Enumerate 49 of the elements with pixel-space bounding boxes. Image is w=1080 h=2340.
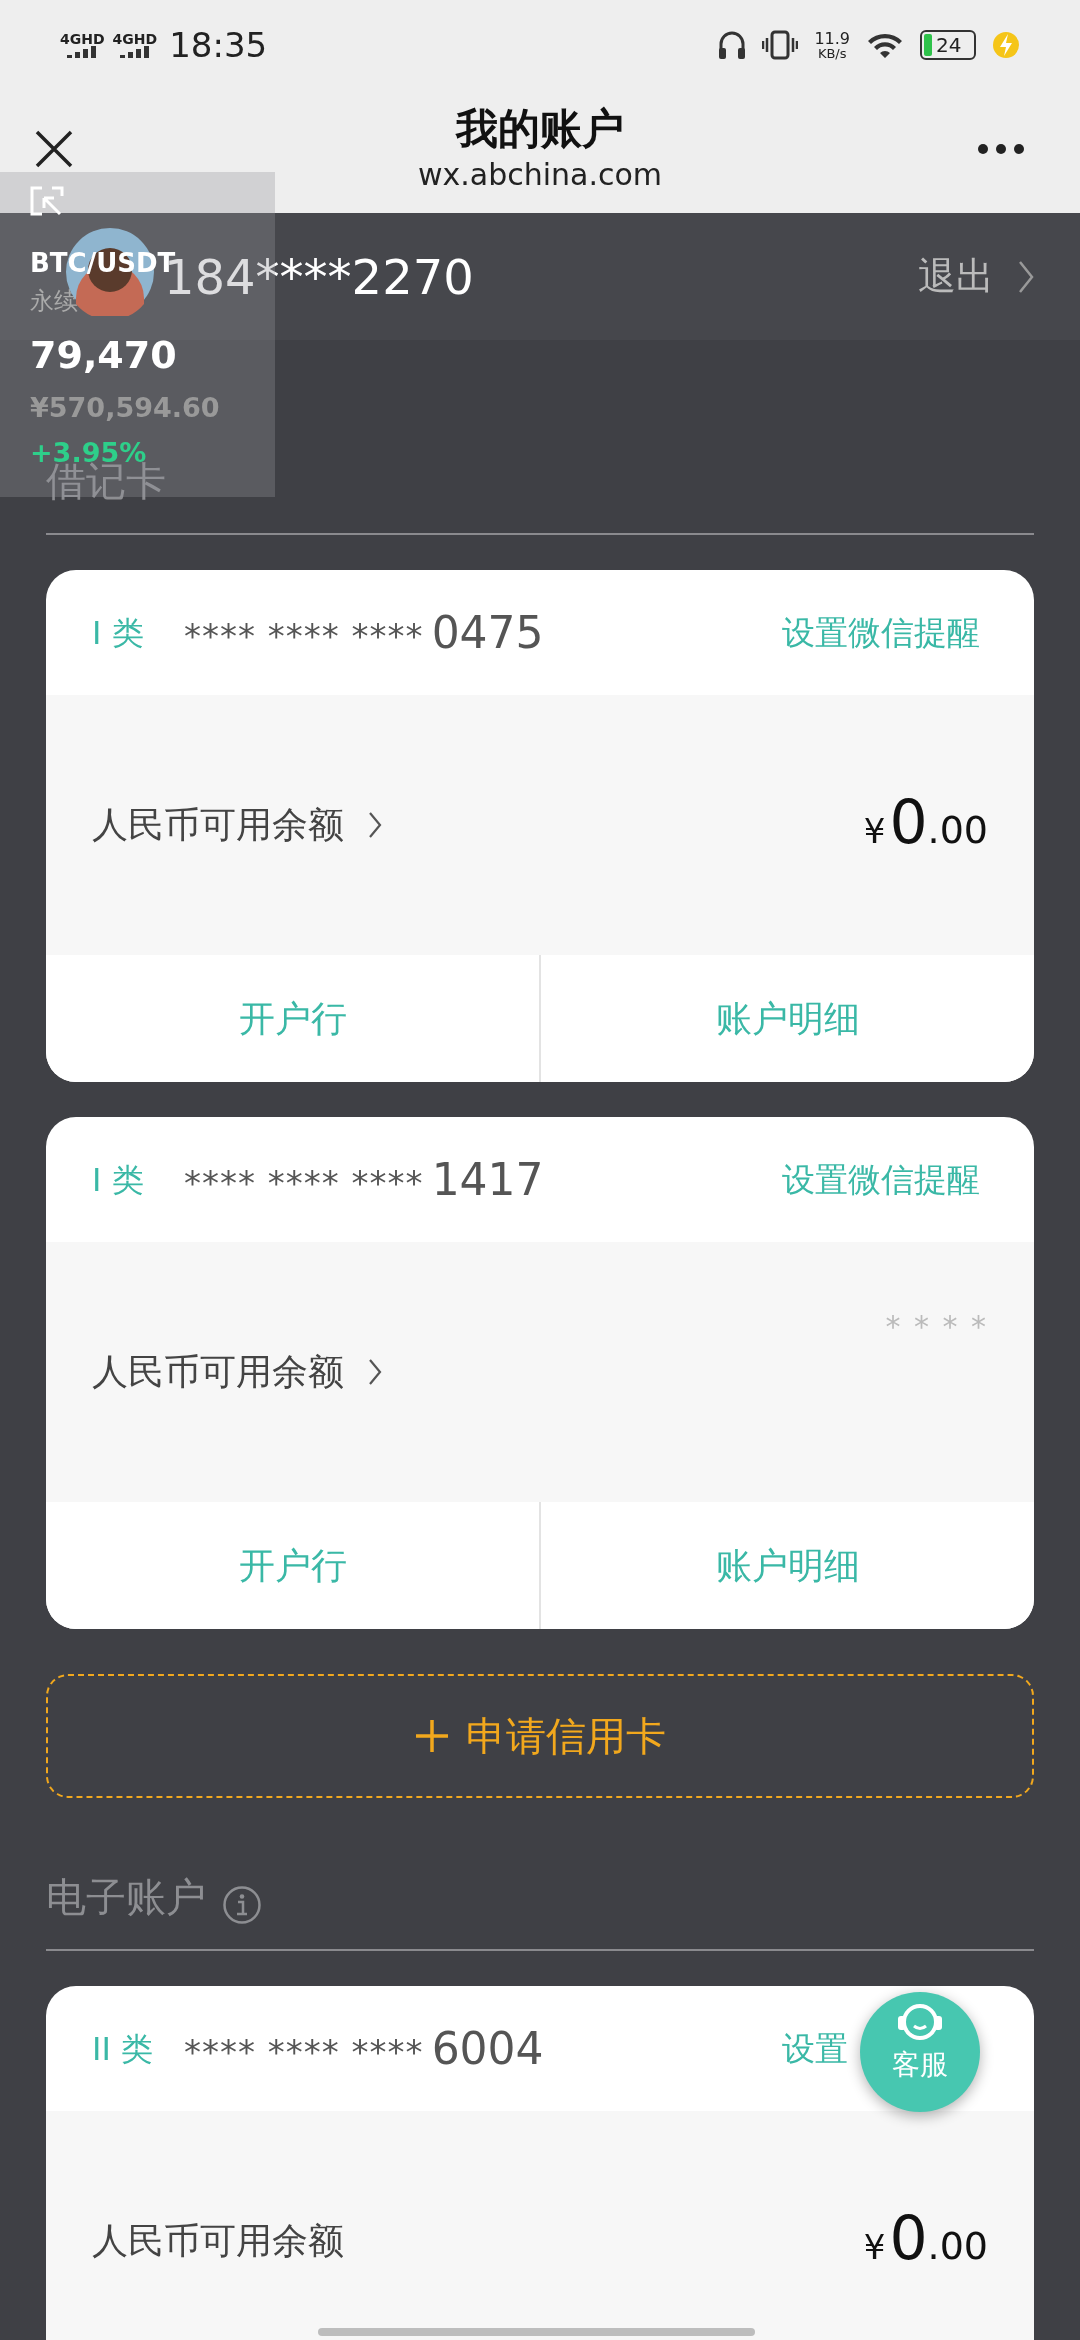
battery-icon: 24 [920,30,976,60]
ticker-price-cny: ¥570,594.60 [30,391,221,425]
card-number-mask: **** **** **** [184,1161,424,1205]
more-icon[interactable] [978,144,1024,154]
network-label: 4GHD [60,32,105,46]
balance-link[interactable]: 人民币可用余额 [92,2214,344,2268]
speed-value: 11.9 [814,30,850,47]
info-icon[interactable] [222,1885,262,1925]
page-title: 我的账户 [456,105,624,153]
currency-symbol: ¥ [863,2225,886,2269]
network-label: 4GHD [112,32,158,46]
chevron-icon [1018,259,1034,294]
clock: 18:35 [169,23,268,67]
wifi-icon [866,31,904,59]
card-number-mask: **** **** **** [184,614,424,658]
ticker-price: 79,470 [30,332,178,379]
wechat-reminder-link[interactable]: 设置微信提醒 [782,1154,980,1205]
signal-icon [67,46,98,58]
plus-icon [414,1718,450,1754]
card-class: I 类 [92,1159,145,1201]
logout-button[interactable]: 退出 [918,248,1034,305]
card-action-button[interactable]: 账户明细 [539,955,1034,1082]
masked-balance: * * * * [885,1308,988,1346]
vibrate-icon [762,30,799,60]
card-number-tail: 6004 [431,2021,544,2076]
card-action-button[interactable]: 账户明细 [539,1502,1034,1629]
balance-integer: 0 [889,2207,928,2268]
balance-link[interactable]: 人民币可用余额 [92,798,382,852]
speed-unit: KB/s [817,46,847,60]
card-class: II 类 [92,2028,155,2070]
apply-credit-card-button[interactable]: 申请信用卡 [46,1674,1034,1798]
contract-type: 永续 [30,286,79,317]
balance-decimal: .00 [927,2222,988,2270]
balance-decimal: .00 [927,806,988,854]
balance-link[interactable]: 人民币可用余额 [92,1345,382,1399]
page-url: wx.abchina.com [417,156,663,195]
wechat-reminder-link[interactable]: 设置 [782,2023,848,2074]
card-number-tail: 1417 [431,1152,544,1207]
card-number-mask: **** **** **** [184,2030,424,2074]
close-icon[interactable] [35,130,73,168]
signal-icon [119,46,150,58]
section-title: 电子账户 [46,1873,206,1922]
card-class: I 类 [92,612,145,654]
currency-symbol: ¥ [863,809,886,853]
balance-integer: 0 [889,791,928,852]
wechat-reminder-link[interactable]: 设置微信提醒 [782,607,980,658]
headphones-icon [718,30,747,60]
card-number-tail: 0475 [431,605,544,660]
expand-icon[interactable] [30,186,64,216]
